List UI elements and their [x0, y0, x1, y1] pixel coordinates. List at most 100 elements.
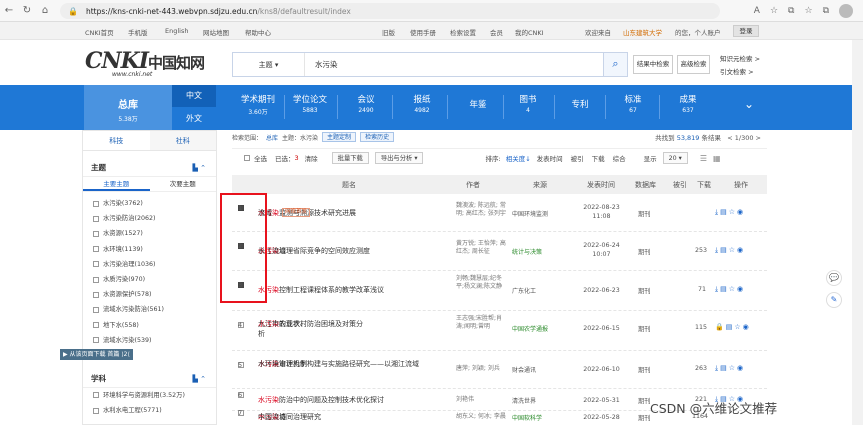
facet-subject-header[interactable]: 学科 ▙ ⌃: [83, 370, 216, 388]
read-aloud-icon[interactable]: A: [754, 6, 760, 16]
lang-foreign-tab[interactable]: 外文: [172, 108, 216, 130]
row-actions[interactable]: ⤓▤☆◉: [715, 364, 745, 373]
link-my-cnki[interactable]: 我的CNKI: [515, 27, 544, 37]
result-source[interactable]: 广东化工: [512, 286, 536, 295]
scrollbar[interactable]: [852, 40, 863, 425]
link-member[interactable]: 会员: [490, 27, 503, 37]
checkbox[interactable]: [93, 261, 99, 268]
checkbox[interactable]: [93, 322, 99, 329]
result-authors[interactable]: 王志强;宋胜帮;肖涛;闻明;曾明: [456, 315, 508, 331]
result-source[interactable]: 中国农学通报: [512, 324, 548, 333]
facet-item[interactable]: 水污染治理(1036): [83, 257, 216, 272]
split-screen-icon[interactable]: ⧉: [788, 6, 794, 16]
facet-item[interactable]: 流域水污染(539): [83, 333, 216, 348]
chevron-down-icon[interactable]: ⌄: [744, 97, 754, 111]
select-all-label[interactable]: 全选: [254, 153, 267, 163]
row-actions[interactable]: ⤓▤☆◉: [715, 285, 745, 294]
result-authors[interactable]: 黄万锐; 王怡萍; 高红杰; 周长征: [456, 240, 506, 256]
favorites-bar-icon[interactable]: ☆: [804, 6, 812, 16]
advanced-search-button[interactable]: 高级检索: [677, 55, 710, 74]
result-source[interactable]: 清洗世界: [512, 396, 536, 405]
checkbox[interactable]: [93, 337, 99, 344]
sort-composite[interactable]: 综合: [613, 153, 626, 163]
db-conference-tab[interactable]: 会议 2490: [346, 93, 386, 114]
facet-item[interactable]: 水污染(3762): [83, 196, 216, 211]
link-english[interactable]: English: [165, 27, 188, 35]
link-help[interactable]: 帮助中心: [245, 27, 271, 37]
result-source[interactable]: 财会通讯: [512, 365, 536, 374]
sort-relevance[interactable]: 相关度↓: [506, 153, 531, 163]
page-size-select[interactable]: 20 ▾: [662, 152, 688, 164]
db-standard-tab[interactable]: 标准 67: [615, 93, 651, 114]
result-authors[interactable]: 刘艳伟: [456, 396, 506, 404]
login-button[interactable]: 登录: [733, 25, 759, 37]
link-sitemap[interactable]: 网站地图: [203, 27, 229, 37]
select-all-checkbox[interactable]: [244, 155, 250, 161]
citation-search-link[interactable]: 引文检索 >: [720, 66, 754, 76]
result-authors[interactable]: 唐萍; 刘颖; 刘兵: [456, 365, 516, 373]
tab-social-science[interactable]: 社科: [150, 131, 217, 150]
db-journal-tab[interactable]: 学术期刊 3.60万: [238, 93, 278, 116]
facet-item[interactable]: 水资源(1527): [83, 226, 216, 241]
sort-download[interactable]: 下载: [592, 153, 605, 163]
facet-item[interactable]: 水利水电工程(5771): [83, 403, 216, 418]
checkbox[interactable]: [93, 407, 99, 414]
result-authors[interactable]: 胡东义; 何冰; 李晨: [456, 413, 516, 421]
result-title[interactable]: 九江市农业农村 水污染 的现状、防治困境及对策分析: [258, 319, 448, 338]
chart-collapse-icon[interactable]: ▙ ⌃: [193, 370, 206, 388]
pen-icon[interactable]: ✎: [826, 292, 842, 308]
facet-item[interactable]: 水污染防治(2062): [83, 211, 216, 226]
result-source[interactable]: 中国软科学: [512, 413, 542, 422]
facet-item[interactable]: 水资源保护(578): [83, 287, 216, 302]
back-icon[interactable]: ←: [0, 5, 18, 16]
checkbox[interactable]: [93, 230, 99, 237]
result-title[interactable]: 水污染 控制工程课程体系的教学改革浅议: [258, 285, 458, 295]
facet-item[interactable]: 流域水污染防治(561): [83, 302, 216, 317]
export-analysis-button[interactable]: 导出与分析 ▾: [374, 152, 424, 164]
checkbox[interactable]: [93, 306, 99, 313]
search-input[interactable]: 水污染: [305, 59, 338, 70]
db-patent-tab[interactable]: 专利: [562, 98, 598, 112]
link-cnki-home[interactable]: CNKI首页: [85, 27, 114, 37]
db-achievement-tab[interactable]: 成果 637: [670, 93, 706, 114]
chart-collapse-icon[interactable]: ▙ ⌃: [193, 159, 206, 177]
subtab-secondary-topic[interactable]: 次要主题: [150, 177, 217, 191]
search-icon[interactable]: ⌕: [603, 52, 628, 77]
row-actions[interactable]: ⤓▤☆◉: [715, 246, 745, 255]
sort-cited[interactable]: 被引: [571, 153, 584, 163]
batch-download-button[interactable]: 批量下载: [331, 152, 369, 164]
search-history-button[interactable]: 检索历史: [360, 132, 395, 142]
result-source[interactable]: 统计与决策: [512, 247, 542, 256]
result-title[interactable]: 长江流域 水污染 治理省际竞争的空间效应测度: [258, 246, 458, 256]
db-total-tab[interactable]: 总库 5.38万: [84, 85, 172, 130]
grid-view-icon[interactable]: ▦: [713, 154, 721, 163]
list-view-icon[interactable]: ☰: [700, 154, 707, 163]
facet-item[interactable]: 水环境(1139): [83, 242, 216, 257]
result-title[interactable]: 水环境审计机制构建与实施路径研究——以湘江流域 水污染 治理为例: [258, 359, 448, 369]
checkbox[interactable]: [93, 246, 99, 253]
facet-item[interactable]: 水质污染(970): [83, 272, 216, 287]
db-book-tab[interactable]: 图书 4: [510, 93, 546, 114]
row-actions[interactable]: 🔒▤☆◉: [715, 323, 751, 331]
row-actions[interactable]: ⤓▤☆◉: [715, 208, 745, 217]
comment-icon[interactable]: 💬: [826, 270, 842, 286]
sort-date[interactable]: 发表时间: [537, 153, 563, 163]
result-title[interactable]: 水污染 防治中的问题及控制技术优化探讨: [258, 395, 458, 405]
profile-avatar[interactable]: [839, 4, 853, 18]
link-old-version[interactable]: 旧版: [382, 27, 395, 37]
link-mobile[interactable]: 手机版: [128, 27, 148, 37]
subtab-main-topic[interactable]: 主要主题: [83, 177, 150, 191]
facet-item[interactable]: 地下水(558): [83, 318, 216, 333]
result-source[interactable]: 中国环境监测: [512, 209, 548, 218]
topic-custom-button[interactable]: 主题定制: [322, 132, 357, 142]
facet-item[interactable]: 环境科学与资源利用(3.52万): [83, 388, 216, 403]
clear-selection[interactable]: 清除: [305, 153, 318, 163]
result-authors[interactable]: 刘畅;魏慧层;纪冬平;杨文澜;陈文静: [456, 275, 508, 291]
home-icon[interactable]: ⌂: [36, 5, 54, 16]
result-title[interactable]: 流域 水污染 监测与溯源技术研究进展 网络首发: [258, 208, 458, 218]
checkbox[interactable]: [93, 215, 99, 222]
scope-value[interactable]: 总库: [266, 133, 278, 142]
refresh-icon[interactable]: ↻: [18, 5, 36, 16]
lang-chinese-tab[interactable]: 中文: [172, 85, 216, 107]
search-in-results-button[interactable]: 结果中检索: [633, 55, 673, 74]
